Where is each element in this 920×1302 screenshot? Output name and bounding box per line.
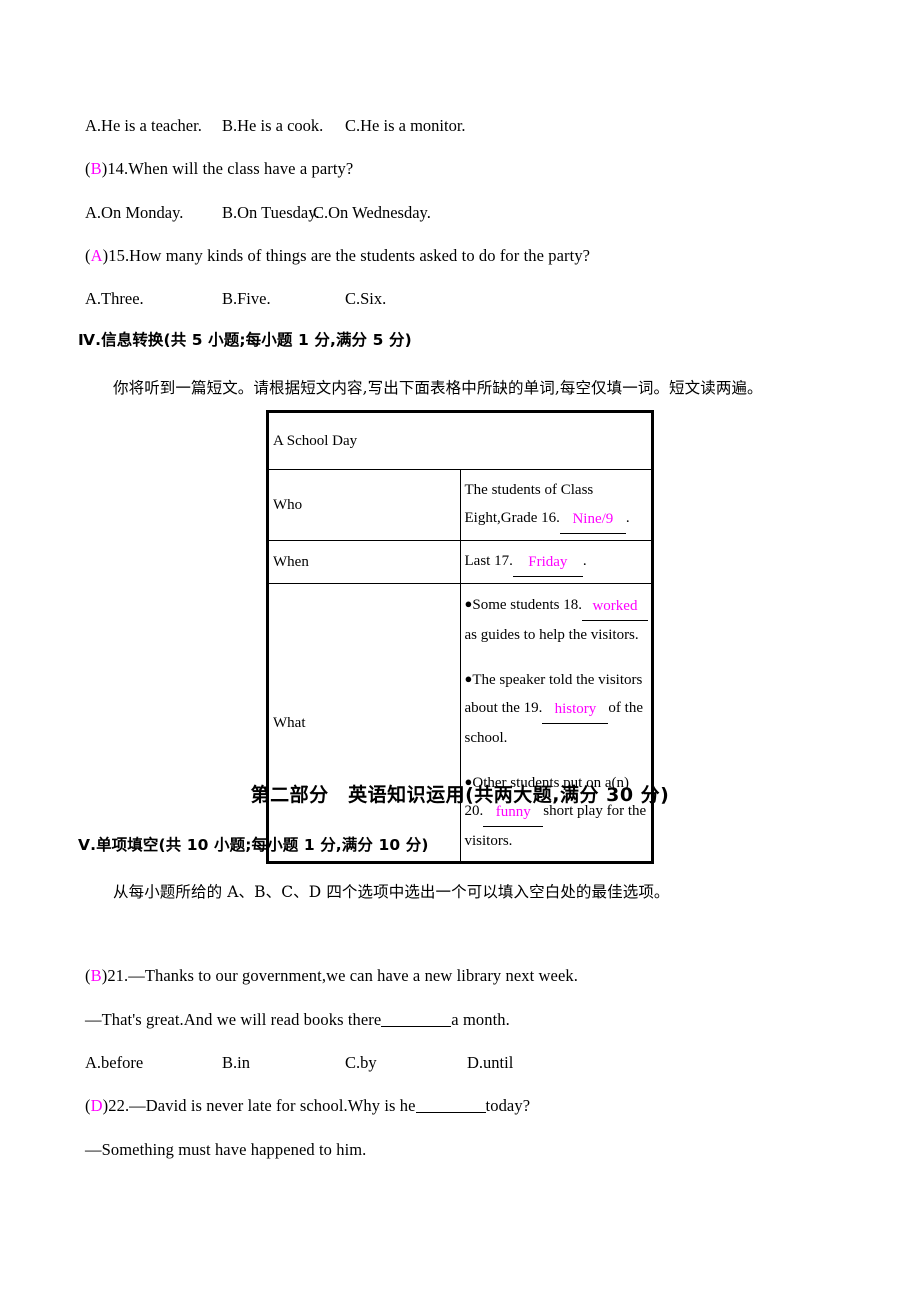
when-post-text: . <box>582 553 587 569</box>
exam-page: A.He is a teacher. B.He is a cook. C.He … <box>0 0 920 1302</box>
row-label-when: When <box>267 540 461 584</box>
question-15-text: 15.How many kinds of things are the stud… <box>108 246 591 265</box>
question-15: (A)15.How many kinds of things are the s… <box>85 246 590 266</box>
option-b-q15: B.Five. <box>222 289 271 308</box>
answer-letter-q14: B <box>90 159 102 178</box>
question-22-stem-pre: 22.—David is never late for school.Why i… <box>108 1096 416 1115</box>
section-iv-instruction: 你将听到一篇短文。请根据短文内容,写出下面表格中所缺的单词,每空仅填一词。短文读… <box>113 379 763 397</box>
question-21: (B)21.—Thanks to our government,we can h… <box>85 966 578 986</box>
q21-reply-pre: —That's great.And we will read books the… <box>85 1010 382 1029</box>
table-title-cell: A School Day <box>267 411 653 470</box>
option-b-q21: B.in <box>222 1053 250 1072</box>
row-label-who: Who <box>267 469 461 541</box>
question-14-text: 14.When will the class have a party? <box>107 159 354 178</box>
what-1-pre: Some students 18. <box>472 597 582 613</box>
option-c-q13: C.He is a monitor. <box>345 116 466 135</box>
who-post-text: . <box>625 510 630 526</box>
question-14: (B)14.When will the class have a party? <box>85 159 353 179</box>
q21-reply-post: a month. <box>451 1010 510 1029</box>
table-row-what: What ●Some students 18. workedas guides t… <box>267 583 653 863</box>
what-1-post: as guides to help the visitors. <box>464 627 639 643</box>
question-22-stem-post: today? <box>485 1096 531 1115</box>
option-c-q15: C.Six. <box>345 289 387 308</box>
answer-18: worked <box>581 592 648 621</box>
question-22-reply: —Something must have happened to him. <box>85 1140 367 1159</box>
option-d-q21: D.until <box>467 1053 514 1072</box>
part-two-title: 第二部分 英语知识运用(共两大题,满分 30 分) <box>250 784 670 806</box>
table-row-title: A School Day <box>267 411 653 470</box>
question-21-reply: —That's great.And we will read books the… <box>85 1010 510 1030</box>
what-item-2: ●The speaker told the visitors about the… <box>465 665 649 752</box>
q22-blank <box>415 1112 486 1113</box>
row-content-who: The students of Class Eight,Grade 16. Nin… <box>459 469 653 541</box>
option-c-q21: C.by <box>345 1053 377 1072</box>
section-iv-heading: Ⅳ.信息转换(共 5 小题;每小题 1 分,满分 5 分) <box>78 331 412 349</box>
row-label-what: What <box>267 583 461 863</box>
q21-blank <box>381 1026 452 1027</box>
what-item-1: ●Some students 18. workedas guides to hel… <box>465 590 649 649</box>
table-row-who: Who The students of Class Eight,Grade 16… <box>267 469 653 541</box>
section-v-heading: Ⅴ.单项填空(共 10 小题;每小题 1 分,满分 10 分) <box>78 836 429 854</box>
answer-16: Nine/9 <box>559 505 626 534</box>
answer-17: Friday <box>512 548 583 577</box>
option-b-q13: B.He is a cook. <box>222 116 324 135</box>
answer-letter-q21: B <box>90 966 102 985</box>
option-a-q21: A.before <box>85 1053 144 1072</box>
option-a-q14: A.On Monday. <box>85 203 184 222</box>
row-content-when: Last 17. Friday. <box>459 540 653 584</box>
row-content-what: ●Some students 18. workedas guides to hel… <box>459 583 653 863</box>
question-22: (D)22.—David is never late for school.Wh… <box>85 1096 530 1116</box>
answer-letter-q15: A <box>90 246 103 265</box>
option-a-q13: A.He is a teacher. <box>85 116 202 135</box>
answer-letter-q22: D <box>90 1096 103 1115</box>
section-v-instruction: 从每小题所给的 A、B、C、D 四个选项中选出一个可以填入空白处的最佳选项。 <box>113 883 670 901</box>
option-b-q14: B.On Tuesday. <box>222 203 320 222</box>
table-row-when: When Last 17. Friday. <box>267 540 653 584</box>
question-21-stem: 21.—Thanks to our government,we can have… <box>107 966 578 985</box>
answer-19: history <box>542 695 609 724</box>
option-c-q14: C.On Wednesday. <box>313 203 431 222</box>
option-a-q15: A.Three. <box>85 289 144 308</box>
when-pre-text: Last 17. <box>464 553 513 569</box>
